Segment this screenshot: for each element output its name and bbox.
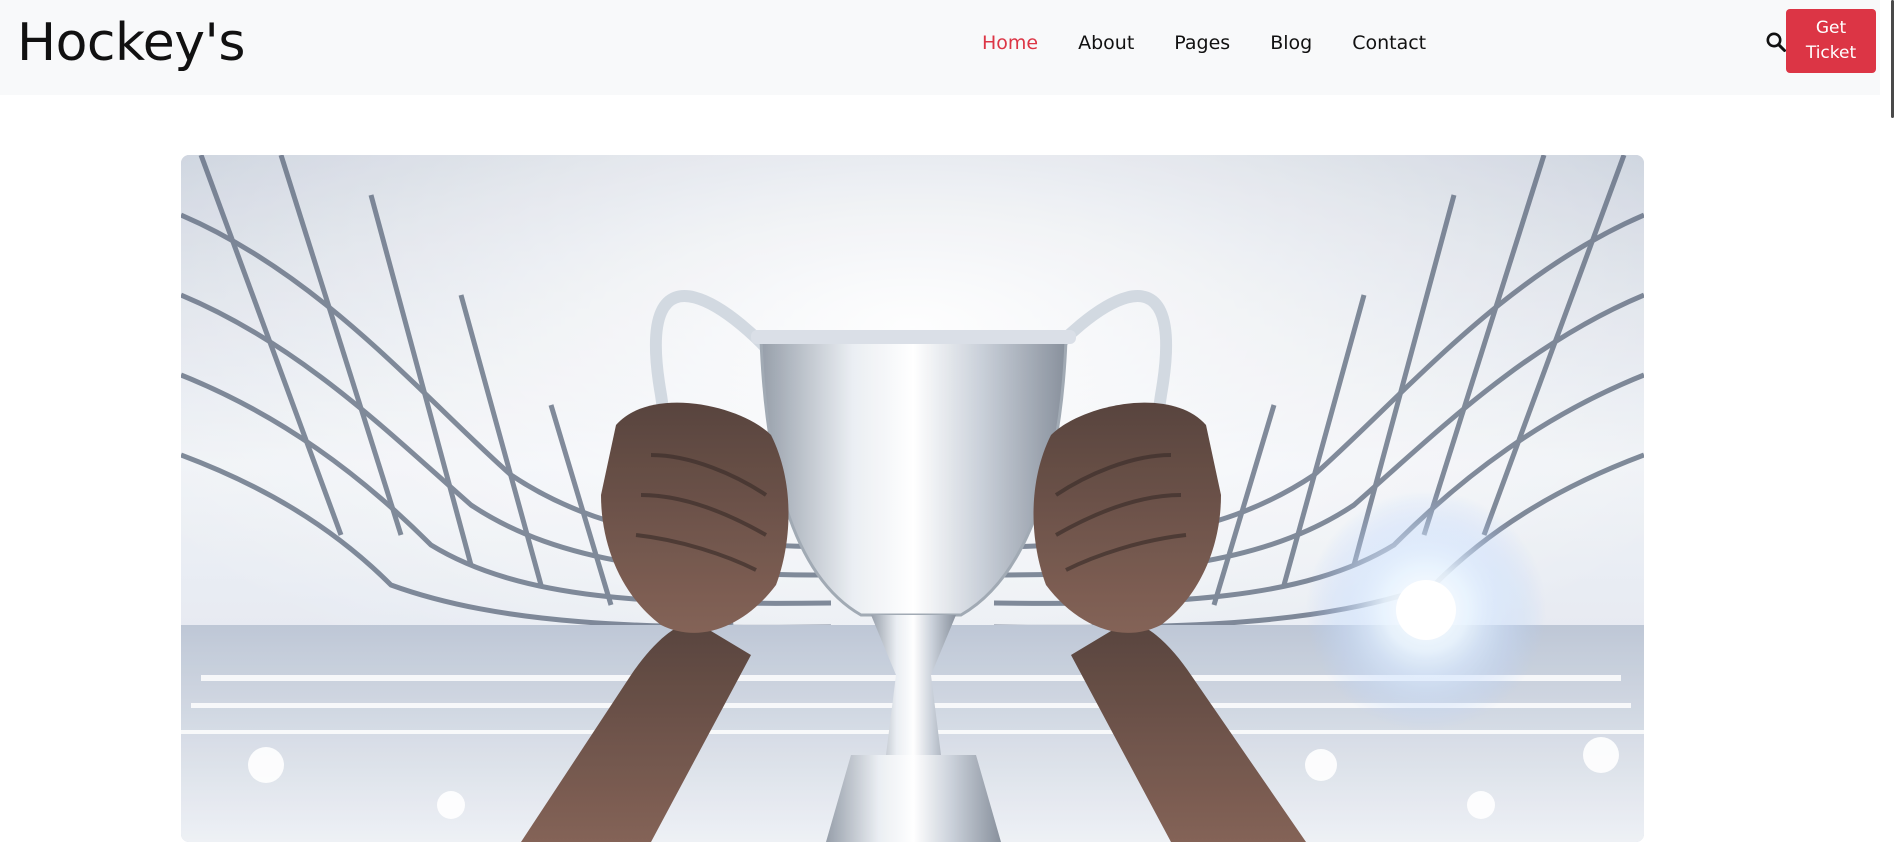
nav-home[interactable]: Home [962, 28, 1058, 58]
main-nav: Home About Pages Blog Contact [962, 28, 1446, 58]
nav-contact[interactable]: Contact [1332, 28, 1446, 58]
get-ticket-button[interactable]: Get Ticket [1786, 9, 1876, 73]
trophy-stadium-image [181, 155, 1644, 842]
scrollbar[interactable] [1884, 0, 1904, 851]
nav-pages[interactable]: Pages [1154, 28, 1250, 58]
hero-image [181, 155, 1644, 842]
nav-about[interactable]: About [1058, 28, 1154, 58]
scroll-thumb[interactable] [1891, 0, 1894, 118]
nav-blog[interactable]: Blog [1250, 28, 1332, 58]
navbar: Hockey's Home About Pages Blog Contact G… [0, 0, 1880, 95]
brand-logo[interactable]: Hockey's [17, 12, 245, 74]
search-icon [1766, 32, 1786, 52]
